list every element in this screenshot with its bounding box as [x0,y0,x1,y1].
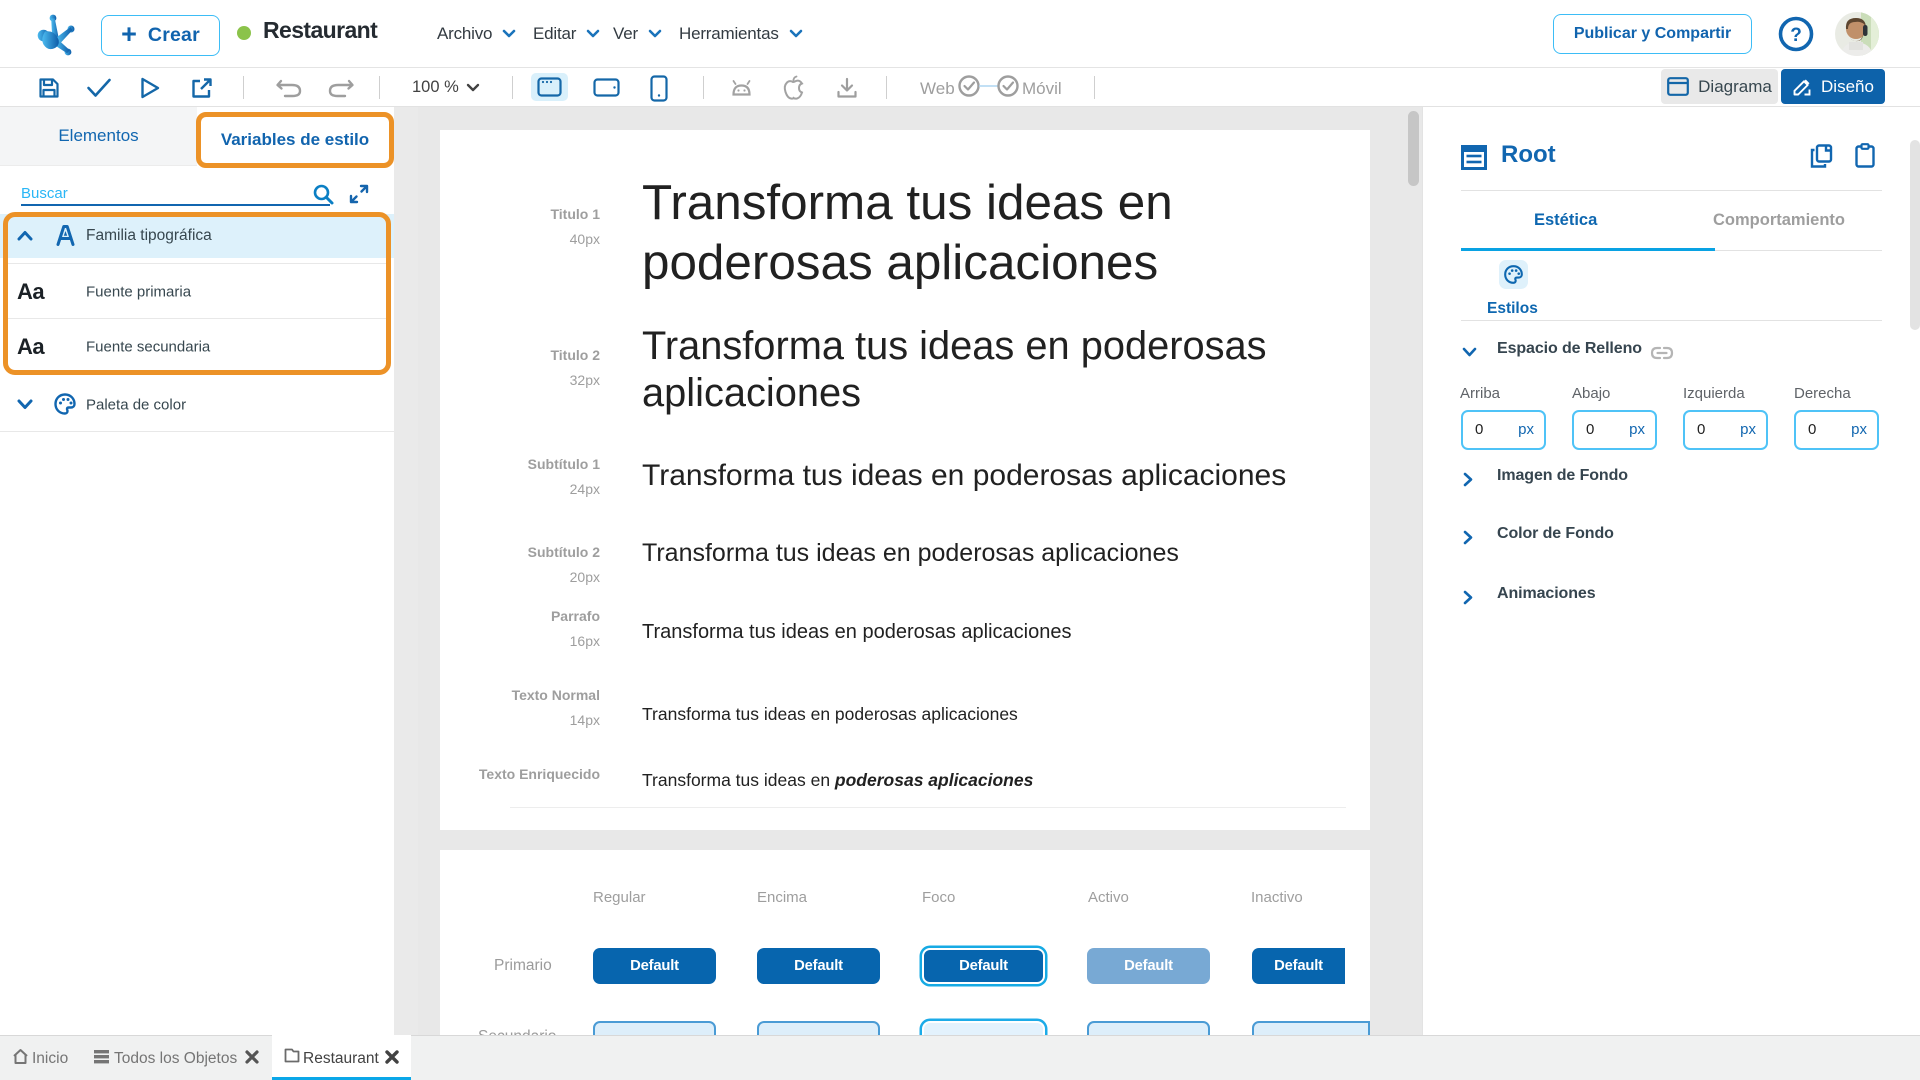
svg-text:?: ? [1790,25,1802,46]
